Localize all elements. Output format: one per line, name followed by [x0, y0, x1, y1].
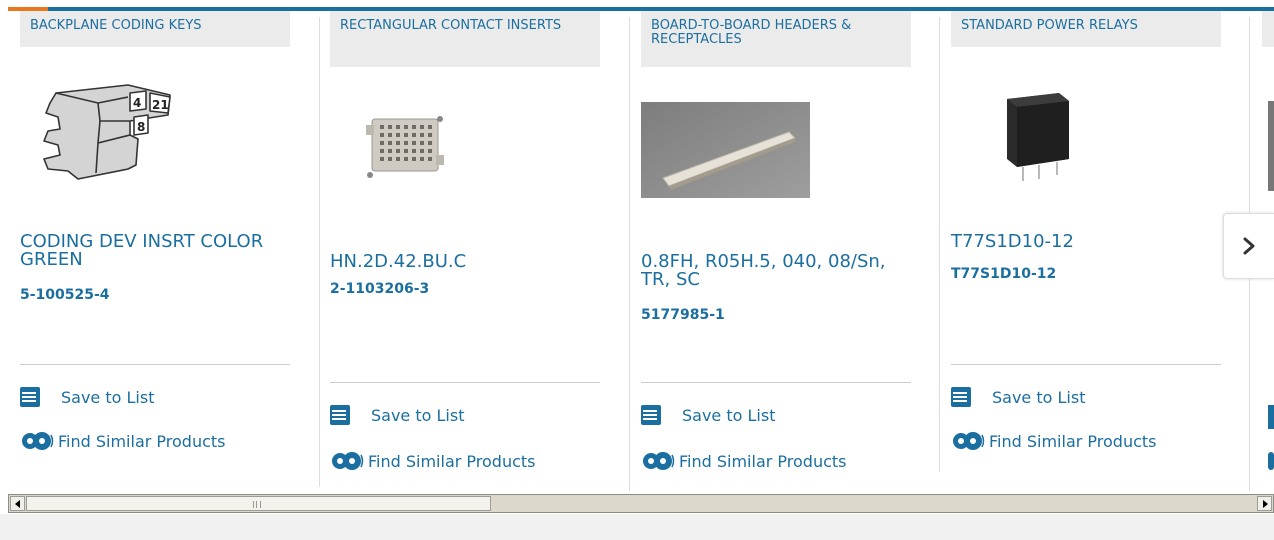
- find-similar-icon: [22, 432, 54, 450]
- triangle-right-icon: [1262, 499, 1268, 508]
- svg-text:4: 4: [133, 96, 141, 110]
- find-similar-label: Find Similar Products: [368, 451, 536, 471]
- save-to-list-label: Save to List: [371, 405, 465, 425]
- page-footer-area: [0, 514, 1274, 540]
- card-divider: [330, 382, 600, 383]
- find-similar-icon: [643, 452, 675, 470]
- product-category[interactable]: BOARD-TO-BOARD HEADERS & RECEPTACLES: [641, 11, 911, 67]
- find-similar-button[interactable]: Find Similar Products: [641, 450, 847, 472]
- product-card: RECTANGULAR CONTACT INSERTS HN.2D.42.BU.…: [330, 11, 609, 491]
- product-title[interactable]: T77S1D10-12: [951, 233, 1211, 251]
- checklist-icon[interactable]: [1268, 405, 1274, 429]
- save-to-list-button[interactable]: Save to List: [20, 387, 154, 407]
- product-title[interactable]: 0.8FH, R05H.5, 040, 08/Sn, TR, SC: [641, 253, 901, 289]
- svg-text:21: 21: [152, 98, 169, 112]
- product-card: STANDARD POWER RELAYS T77S1D10-12 T77S1D…: [951, 11, 1230, 491]
- save-to-list-button[interactable]: Save to List: [641, 405, 775, 425]
- find-similar-button[interactable]: Find Similar Products: [330, 450, 536, 472]
- find-similar-button[interactable]: Find Similar Products: [951, 430, 1157, 452]
- product-category[interactable]: STANDARD POWER RELAYS: [951, 11, 1221, 47]
- product-category[interactable]: BACKPLANE CODING KEYS: [20, 11, 290, 47]
- checklist-icon: [641, 405, 661, 425]
- product-title[interactable]: HN.2D.42.BU.C: [330, 253, 590, 271]
- part-number[interactable]: 5177985-1: [641, 307, 725, 323]
- svg-text:8: 8: [137, 120, 145, 134]
- triangle-left-icon: [14, 499, 20, 508]
- scrollbar-grip: [253, 501, 261, 508]
- find-similar-icon[interactable]: [1268, 452, 1274, 470]
- carousel-next-button[interactable]: [1223, 213, 1274, 279]
- scrollbar-thumb[interactable]: [26, 496, 491, 511]
- save-to-list-label: Save to List: [992, 387, 1086, 407]
- product-category[interactable]: [1262, 11, 1274, 47]
- save-to-list-button[interactable]: Save to List: [330, 405, 464, 425]
- part-number[interactable]: 5-100525-4: [20, 287, 110, 303]
- part-number[interactable]: 2-1103206-3: [330, 281, 429, 297]
- find-similar-button[interactable]: Find Similar Products: [20, 430, 226, 452]
- card-divider: [951, 364, 1221, 365]
- save-to-list-button[interactable]: Save to List: [951, 387, 1085, 407]
- product-carousel: BACKPLANE CODING KEYS 4 21 8 CODING DEV …: [8, 11, 1274, 491]
- card-separator: [319, 17, 320, 487]
- header-connector-image[interactable]: [641, 102, 810, 198]
- find-similar-label: Find Similar Products: [989, 431, 1157, 451]
- save-to-list-label: Save to List: [682, 405, 776, 425]
- checklist-icon: [20, 387, 40, 407]
- find-similar-icon: [332, 452, 364, 470]
- product-card: BOARD-TO-BOARD HEADERS & RECEPTACLES 0.8…: [641, 11, 920, 491]
- checklist-icon: [330, 405, 350, 425]
- card-separator: [629, 17, 630, 491]
- card-divider: [641, 382, 911, 383]
- relay-image[interactable]: [999, 89, 1075, 187]
- find-similar-label: Find Similar Products: [679, 451, 847, 471]
- card-separator: [939, 17, 940, 472]
- horizontal-scrollbar[interactable]: [8, 494, 1274, 513]
- product-card: BACKPLANE CODING KEYS 4 21 8 CODING DEV …: [20, 11, 299, 491]
- chevron-right-icon: [1243, 237, 1255, 255]
- part-number[interactable]: T77S1D10-12: [951, 266, 1056, 282]
- contact-insert-image[interactable]: [366, 111, 446, 183]
- checklist-icon: [951, 387, 971, 407]
- product-image-partial[interactable]: [1268, 101, 1274, 191]
- coding-key-image[interactable]: 4 21 8: [38, 73, 178, 183]
- header-accent-bar: [0, 0, 1274, 11]
- find-similar-icon: [953, 432, 985, 450]
- scroll-left-button[interactable]: [10, 496, 25, 511]
- card-divider: [20, 364, 290, 365]
- find-similar-label: Find Similar Products: [58, 431, 226, 451]
- save-to-list-label: Save to List: [61, 387, 155, 407]
- scroll-right-button[interactable]: [1257, 496, 1272, 511]
- product-title[interactable]: CODING DEV INSRT COLOR GREEN: [20, 233, 280, 269]
- product-category[interactable]: RECTANGULAR CONTACT INSERTS: [330, 11, 600, 67]
